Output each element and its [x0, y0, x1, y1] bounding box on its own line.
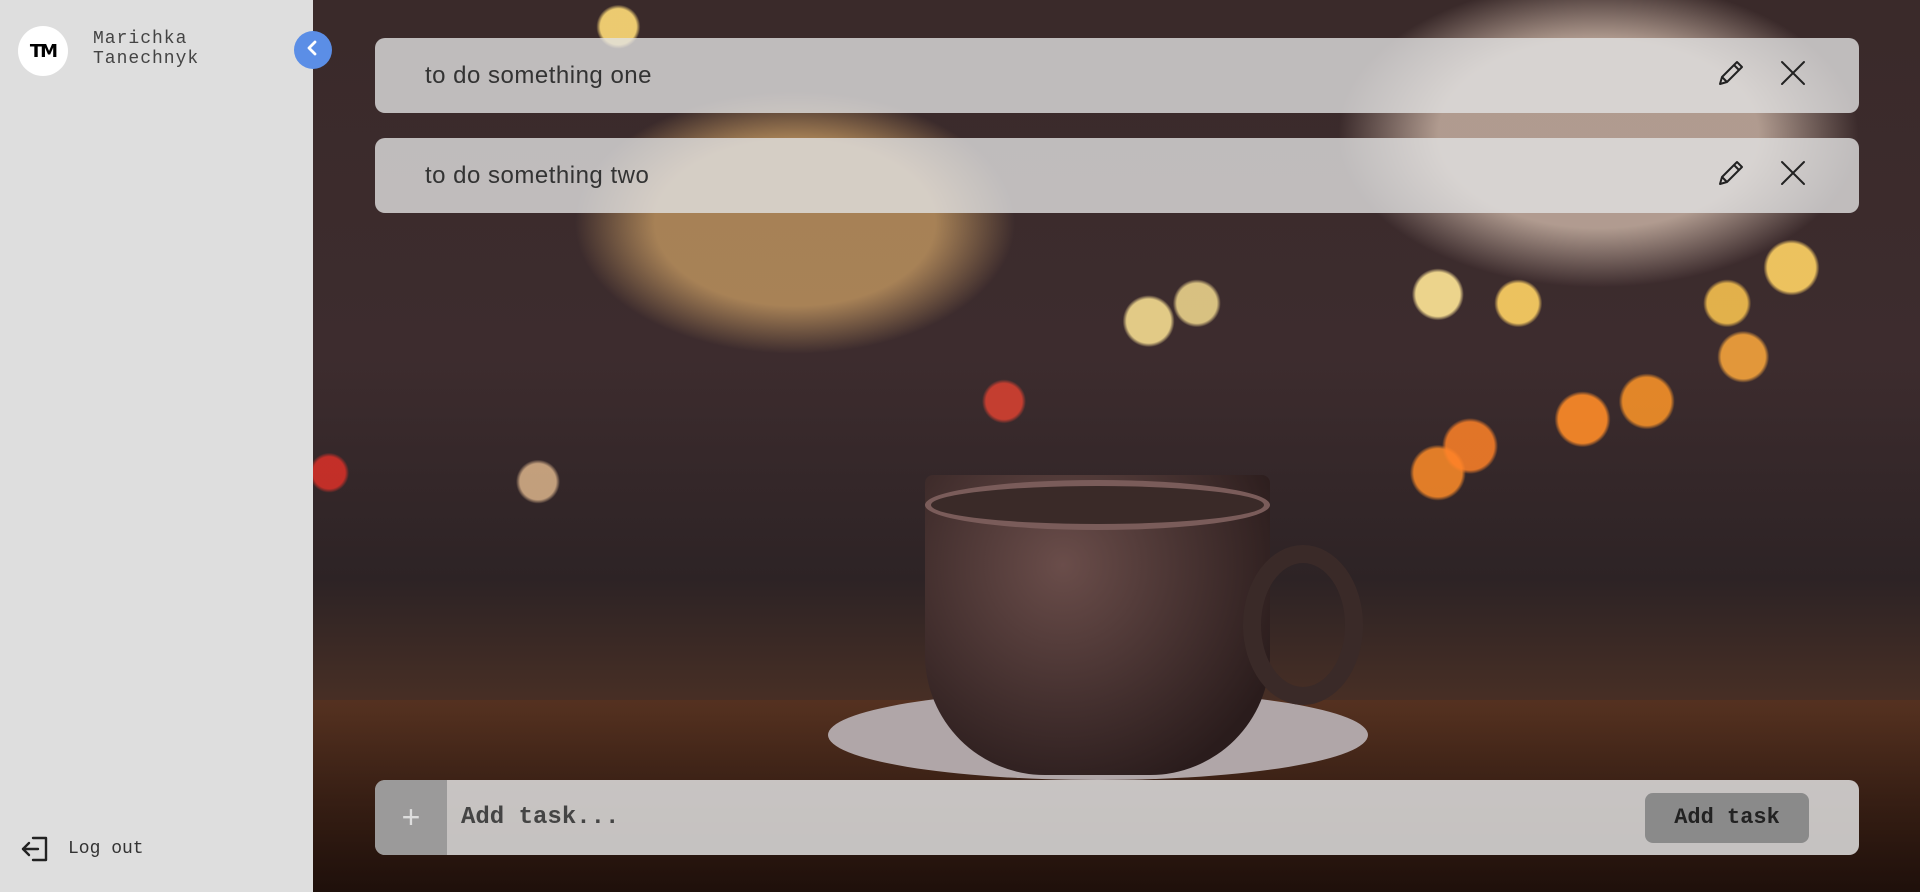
logout-icon [20, 833, 52, 865]
pencil-icon [1715, 157, 1747, 194]
add-task-button[interactable]: Add task [1645, 792, 1809, 843]
close-icon [1779, 159, 1807, 192]
close-icon [1779, 59, 1807, 92]
username: Marichka Tanechnyk [93, 29, 200, 69]
background-cup-handle [1243, 545, 1363, 705]
delete-task-button[interactable] [1775, 158, 1811, 194]
logout-label: Log out [68, 839, 144, 859]
edit-task-button[interactable] [1713, 58, 1749, 94]
task-text: to do something one [425, 61, 652, 89]
background-cup-rim [925, 480, 1270, 530]
add-task-input[interactable] [447, 787, 1645, 848]
task-actions [1713, 58, 1811, 94]
task-text: to do something two [425, 161, 650, 189]
task-item: to do something one [375, 38, 1859, 113]
add-task-bar: + Add task [375, 780, 1859, 855]
delete-task-button[interactable] [1775, 58, 1811, 94]
plus-icon: + [375, 780, 447, 855]
avatar: TM [18, 26, 68, 76]
task-actions [1713, 158, 1811, 194]
logout-button[interactable]: Log out [20, 833, 144, 865]
sidebar: TM Marichka Tanechnyk Log out [0, 0, 313, 892]
edit-task-button[interactable] [1713, 158, 1749, 194]
user-profile: TM Marichka Tanechnyk [18, 26, 233, 76]
task-item: to do something two [375, 138, 1859, 213]
task-board: to do something one to do something two … [313, 0, 1920, 892]
collapse-sidebar-button[interactable] [294, 31, 332, 69]
pencil-icon [1715, 57, 1747, 94]
chevron-left-icon [304, 39, 322, 62]
